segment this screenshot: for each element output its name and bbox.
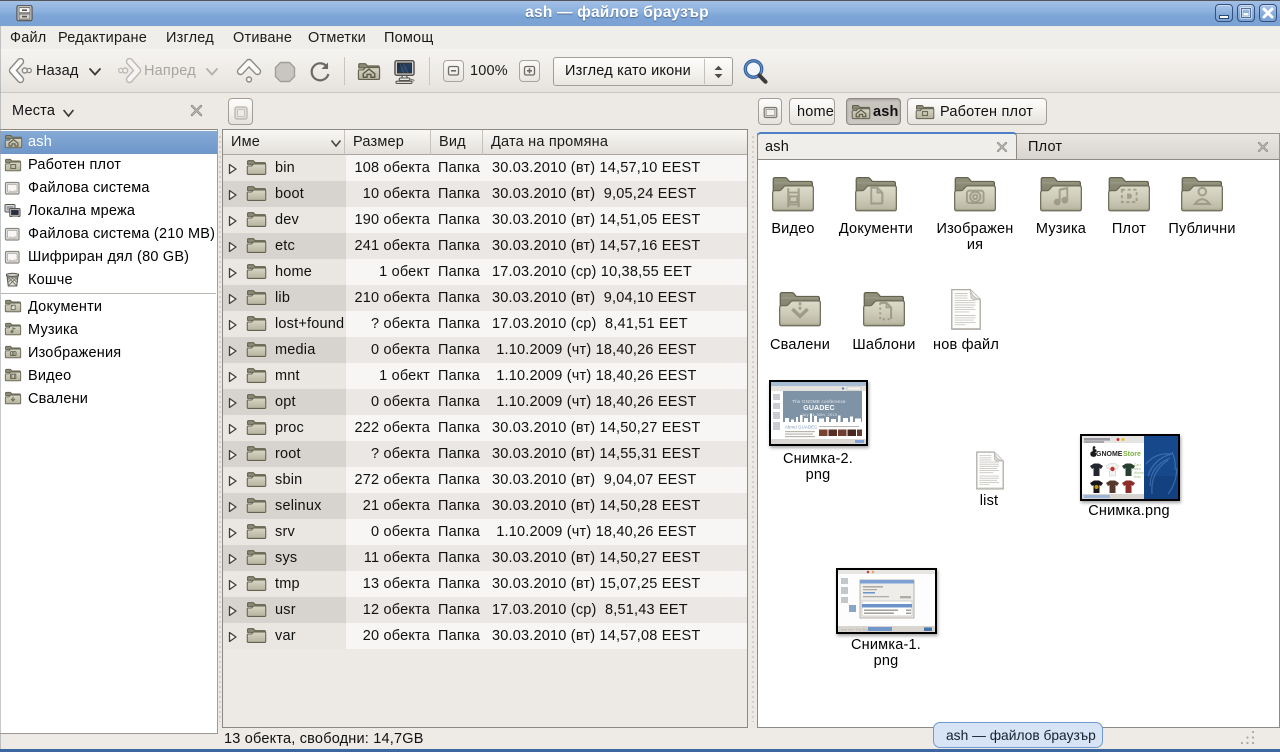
svg-text:GUADEC: GUADEC [803, 405, 835, 412]
svg-text:Store: Store [1123, 451, 1141, 458]
svg-text:About GUADEC: About GUADEC [785, 425, 817, 430]
svg-text:Kids: Kids [1134, 475, 1141, 479]
svg-text:July 24-30th, 2010: July 24-30th, 2010 [801, 412, 838, 417]
svg-text:GNOME: GNOME [1096, 451, 1123, 458]
svg-text:The GNOME conference: The GNOME conference [792, 399, 846, 404]
